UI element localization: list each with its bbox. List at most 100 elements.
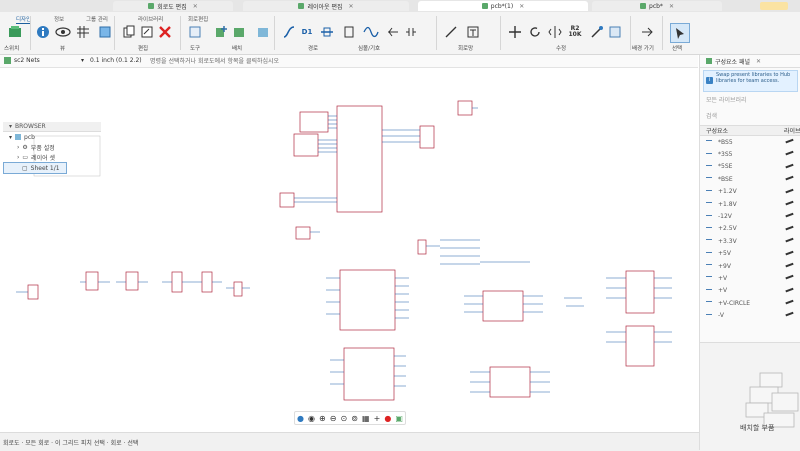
component-row[interactable]: -V (700, 309, 800, 321)
ribbon-group-label[interactable]: 그룹 관리 (86, 15, 108, 23)
symbol-button[interactable] (384, 23, 402, 41)
component-row[interactable]: +V-CIRCLE (700, 297, 800, 309)
cursor-icon (676, 28, 684, 39)
zoom-in-icon[interactable]: ⊕ (319, 414, 326, 423)
power-symbol-icon (706, 152, 712, 157)
close-icon[interactable]: ✕ (669, 3, 674, 10)
text-button[interactable] (464, 23, 482, 41)
switch-button[interactable] (6, 23, 24, 41)
select-button[interactable] (670, 23, 690, 43)
eye-icon[interactable]: ◉ (308, 414, 315, 423)
grid-button[interactable] (74, 23, 92, 41)
grid-icon[interactable]: ▦ (362, 414, 370, 423)
component-row[interactable]: +V (700, 285, 800, 297)
tab-schematic[interactable]: 회로도 편집 ✕ (113, 1, 233, 11)
capacitor-button[interactable] (402, 23, 420, 41)
schematic-drawing[interactable] (0, 68, 698, 430)
column-header[interactable]: 구성요소 (706, 126, 784, 135)
system-badge[interactable] (760, 2, 788, 10)
wire-icon (283, 26, 295, 38)
tree-item[interactable]: › ⚙ 부품 설정 (3, 142, 101, 152)
tab-layout[interactable]: 레이아웃 편집 ✕ (243, 1, 409, 11)
ribbon-separator (662, 16, 663, 50)
component-row[interactable]: +1.8V (700, 198, 800, 210)
component-row[interactable]: +9V (700, 260, 800, 272)
close-icon[interactable]: ✕ (519, 3, 524, 10)
close-icon[interactable]: ✕ (193, 3, 198, 10)
edit-button[interactable] (138, 23, 156, 41)
text-icon (467, 26, 479, 38)
close-icon[interactable]: ✕ (349, 3, 354, 10)
component-name: +1.2V (718, 188, 737, 196)
diode-button[interactable]: D1 (298, 23, 316, 41)
component-row[interactable]: +2.5V (700, 223, 800, 235)
info-button[interactable] (34, 23, 52, 41)
power-symbol-icon (706, 276, 712, 280)
component-row[interactable]: +1.2V (700, 186, 800, 198)
zoom-out-icon[interactable]: ⊖ (330, 414, 337, 423)
zoom-fit-icon[interactable]: ⊙ (341, 414, 348, 423)
component-row[interactable]: -12V (700, 210, 800, 222)
move-part-button[interactable] (230, 23, 248, 41)
component-row[interactable]: *BS5 (700, 136, 800, 148)
component-row[interactable]: +V (700, 272, 800, 284)
component-row[interactable]: *3S5 (700, 148, 800, 160)
view-button[interactable] (54, 23, 72, 41)
value-button[interactable]: R2 10K (566, 23, 584, 41)
magic-button[interactable] (588, 23, 606, 41)
delete-icon (159, 26, 171, 38)
tab-pcb-1[interactable]: pcb*(1) ✕ (418, 1, 588, 11)
net-class-select[interactable]: sc2 Nets ▾ (4, 56, 84, 65)
goto-button[interactable] (638, 23, 656, 41)
settings-icon[interactable]: ▣ (395, 414, 403, 423)
library-filter[interactable]: 모든 라이브러리 (706, 95, 796, 104)
bus-button[interactable] (340, 23, 358, 41)
library-icon (785, 188, 795, 196)
grid-select[interactable]: 0.1 inch (0.1 2.2) (90, 56, 146, 65)
add-icon[interactable]: + (374, 414, 381, 423)
pin-icon[interactable]: ● (297, 414, 304, 423)
schematic-canvas[interactable] (0, 68, 698, 430)
ribbon-caption: 편집 (138, 46, 149, 52)
component-table-header: 구성요소 라이브 (700, 125, 800, 136)
component-row[interactable]: *BSE (700, 173, 800, 185)
copy-button[interactable] (120, 23, 138, 41)
placement-label: 배치할 부품 (740, 424, 775, 432)
schematic-icon (148, 3, 155, 9)
ribbon-separator (630, 16, 631, 50)
mirror-button[interactable] (546, 23, 564, 41)
ribbon-group-label[interactable]: 정보 (54, 15, 64, 23)
replace-part-button[interactable] (254, 23, 272, 41)
component-row[interactable]: +3.3V (700, 235, 800, 247)
ribbon-group-label[interactable]: 라이브러리 (138, 15, 163, 23)
tab-pcb[interactable]: pcb* ✕ (592, 1, 722, 11)
move-button[interactable] (506, 23, 524, 41)
browser-header[interactable]: ▾ BROWSER (3, 122, 101, 132)
ribbon-caption: 배치 (232, 46, 243, 52)
add-part-button[interactable] (212, 23, 230, 41)
signal-button[interactable] (362, 23, 380, 41)
schematic-parts (27, 100, 655, 401)
component-search[interactable]: 검색 (706, 111, 796, 120)
ic-part (343, 347, 395, 401)
stop-icon[interactable]: ● (384, 414, 391, 423)
panel-tab-label[interactable]: 구성요소 패널 (715, 57, 750, 66)
tool-button[interactable] (186, 23, 204, 41)
close-icon[interactable]: ✕ (756, 58, 761, 65)
tree-root[interactable]: ▾ pcb (3, 132, 101, 142)
net-button[interactable] (318, 23, 336, 41)
wire-button[interactable] (280, 23, 298, 41)
line-button[interactable] (442, 23, 460, 41)
delete-button[interactable] (156, 23, 174, 41)
rotate-button[interactable] (526, 23, 544, 41)
attribute-button[interactable] (606, 23, 624, 41)
gear-icon: ⚙ (22, 143, 28, 151)
ribbon-group-label[interactable]: 회로편집 (188, 15, 208, 23)
tree-item[interactable]: › ▭ 레이어 셋 (3, 152, 101, 162)
tree-item-sheet[interactable]: ▢ Sheet 1/1 (3, 162, 67, 174)
component-row[interactable]: *5SE (700, 161, 800, 173)
column-header[interactable]: 라이브 (784, 126, 800, 135)
layers-button[interactable] (96, 23, 114, 41)
component-row[interactable]: +5V (700, 248, 800, 260)
zoom-select-icon[interactable]: ⊚ (351, 414, 358, 423)
